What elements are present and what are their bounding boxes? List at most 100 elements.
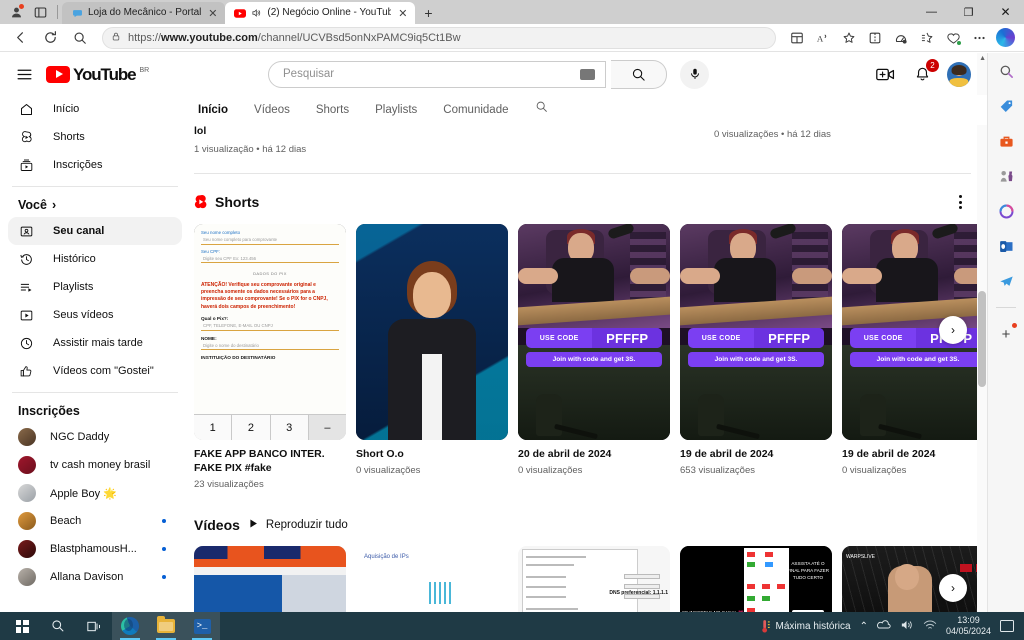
create-video-icon[interactable] bbox=[873, 62, 897, 86]
sidebar-item-videos-gostei[interactable]: Vídeos com "Gostei" bbox=[8, 357, 182, 385]
browser-profile-button[interactable] bbox=[5, 1, 27, 23]
tab-videos[interactable]: Vídeos bbox=[254, 95, 290, 125]
tab-inicio[interactable]: Início bbox=[198, 95, 228, 125]
search-button[interactable] bbox=[66, 26, 94, 50]
tab-close-button[interactable]: ✕ bbox=[206, 7, 219, 20]
hamburger-menu-icon[interactable] bbox=[8, 58, 40, 90]
page-scrollbar[interactable]: ▲ bbox=[977, 53, 987, 612]
add-sidebar-app-button[interactable]: + bbox=[994, 322, 1018, 346]
sidebar-item-seus-videos[interactable]: Seus vídeos bbox=[8, 301, 182, 329]
sidebar-subscription-item[interactable]: BlastphamousH... bbox=[8, 535, 182, 563]
new-tab-button[interactable]: + bbox=[415, 2, 441, 24]
collections-icon[interactable] bbox=[914, 26, 940, 50]
tab-actions-button[interactable] bbox=[29, 1, 51, 23]
keyboard-icon[interactable] bbox=[580, 68, 595, 80]
file-explorer-icon[interactable] bbox=[148, 612, 184, 640]
tab-shorts[interactable]: Shorts bbox=[316, 95, 349, 125]
video-thumbnail[interactable]: WARPSLIVE bbox=[842, 546, 987, 612]
short-card[interactable]: USE CODE PFFFP Join with code and get 3S… bbox=[518, 224, 670, 490]
video-thumbnail[interactable]: ASSISTA ATÉ O FINAL PARA FAZER TUDO CERT… bbox=[680, 546, 832, 612]
video-card[interactable]: Aquisição de IPs TI com Açaí bbox=[356, 546, 508, 612]
speaker-icon[interactable] bbox=[251, 8, 262, 18]
youtube-logo[interactable]: YouTube BR bbox=[46, 65, 149, 83]
video-card-partial[interactable]: dias!! 0 visualizações • há 12 dias bbox=[714, 125, 932, 155]
microphone-icon[interactable] bbox=[680, 59, 709, 89]
taskbar-search-icon[interactable] bbox=[40, 612, 76, 640]
task-view-icon[interactable] bbox=[76, 612, 112, 640]
video-card[interactable]: WARPSLIVE bbox=[842, 546, 987, 612]
short-thumbnail[interactable]: Seu nome completo Seu nome completo para… bbox=[194, 224, 346, 440]
sidebar-subscription-item[interactable]: Beach bbox=[8, 507, 182, 535]
notification-center-icon[interactable] bbox=[1000, 620, 1014, 632]
address-bar[interactable]: https://www.youtube.com/channel/UCVBsd5o… bbox=[102, 26, 776, 49]
tab-playlists[interactable]: Playlists bbox=[375, 95, 417, 125]
videos-next-button[interactable]: › bbox=[939, 574, 967, 602]
minimize-button[interactable]: — bbox=[913, 0, 950, 24]
powershell-icon[interactable]: >_ bbox=[184, 612, 220, 640]
sidebar-subscription-item[interactable]: Apple Boy 🌟 bbox=[8, 479, 182, 507]
sidebar-item-seu-canal[interactable]: Seu canal bbox=[8, 217, 182, 245]
scrollbar-thumb[interactable] bbox=[978, 291, 986, 387]
scroll-up-arrow[interactable]: ▲ bbox=[979, 55, 986, 62]
taskbar-clock[interactable]: 13:09 04/05/2024 bbox=[946, 615, 991, 637]
short-thumbnail[interactable]: USE CODE PFFFP Join with code and get 3S… bbox=[680, 224, 832, 440]
more-options-icon[interactable] bbox=[949, 191, 971, 213]
video-card[interactable] bbox=[194, 546, 346, 612]
sidebar-section-you[interactable]: Você › bbox=[8, 194, 182, 217]
sidebar-item-assistir-mais-tarde[interactable]: Assistir mais tarde bbox=[8, 329, 182, 357]
search-input[interactable] bbox=[283, 68, 580, 80]
video-thumbnail[interactable]: Aquisição de IPs TI com Açaí bbox=[356, 546, 508, 612]
tab-comunidade[interactable]: Comunidade bbox=[443, 95, 508, 125]
browser-tab-2[interactable]: (2) Negócio Online - YouTub ✕ bbox=[225, 2, 416, 24]
video-card-partial[interactable]: 1 visualização • há 13 dias bbox=[454, 125, 672, 155]
sidebar-item-inscricoes[interactable]: Inscrições bbox=[8, 151, 182, 179]
shorts-next-button[interactable]: › bbox=[939, 316, 967, 344]
games-icon[interactable] bbox=[994, 164, 1018, 188]
telegram-icon[interactable] bbox=[994, 269, 1018, 293]
notifications-button[interactable]: 2 bbox=[910, 59, 939, 86]
sidebar-subscription-item[interactable]: Allana Davison bbox=[8, 563, 182, 591]
shopping-tag-icon[interactable] bbox=[994, 94, 1018, 118]
copilot-icon[interactable] bbox=[992, 26, 1018, 50]
sidebar-item-shorts[interactable]: Shorts bbox=[8, 123, 182, 151]
video-card[interactable]: ASSISTA ATÉ O FINAL PARA FAZER TUDO CERT… bbox=[680, 546, 832, 612]
tray-expand-chevron[interactable]: ⌃ bbox=[860, 621, 868, 632]
settings-more-icon[interactable] bbox=[966, 26, 992, 50]
network-icon[interactable] bbox=[923, 619, 937, 634]
sidebar-item-inicio[interactable]: Início bbox=[8, 95, 182, 123]
short-card[interactable]: Short O.o 0 visualizações bbox=[356, 224, 508, 490]
read-aloud-icon[interactable]: A bbox=[810, 26, 836, 50]
play-all-link[interactable]: Reproduzir tudo bbox=[248, 518, 348, 532]
reload-button[interactable] bbox=[36, 26, 64, 50]
split-screen-icon[interactable] bbox=[784, 26, 810, 50]
sidebar-subscription-item[interactable]: tv cash money brasil bbox=[8, 451, 182, 479]
performance-icon[interactable] bbox=[888, 26, 914, 50]
tools-icon[interactable] bbox=[994, 129, 1018, 153]
outlook-icon[interactable] bbox=[994, 234, 1018, 258]
search-icon[interactable] bbox=[994, 59, 1018, 83]
back-button[interactable] bbox=[6, 26, 34, 50]
tab-close-button[interactable]: ✕ bbox=[396, 7, 409, 20]
avatar[interactable] bbox=[947, 61, 971, 87]
video-thumbnail[interactable]: DNS preferencial: 1.1.1.1 DNS alternativ… bbox=[518, 546, 670, 612]
sidebar-subscription-item[interactable]: NGC Daddy bbox=[8, 423, 182, 451]
windows-start-icon[interactable] bbox=[4, 612, 40, 640]
video-card-partial[interactable]: Marcio Pedra | Disputa de Cinturão XD 😀 … bbox=[194, 125, 412, 155]
search-box[interactable] bbox=[268, 60, 606, 88]
volume-icon[interactable] bbox=[900, 619, 914, 634]
video-card[interactable]: DNS preferencial: 1.1.1.1 DNS alternativ… bbox=[518, 546, 670, 612]
browser-essentials-icon[interactable] bbox=[940, 26, 966, 50]
microsoft-365-icon[interactable] bbox=[994, 199, 1018, 223]
split-window-icon[interactable] bbox=[862, 26, 888, 50]
sidebar-item-historico[interactable]: Histórico bbox=[8, 245, 182, 273]
favorites-add-icon[interactable] bbox=[836, 26, 862, 50]
video-thumbnail[interactable] bbox=[194, 546, 346, 612]
short-card[interactable]: USE CODE PFFFP Join with code and get 3S… bbox=[680, 224, 832, 490]
close-window-button[interactable]: ✕ bbox=[987, 0, 1024, 24]
browser-tab-1[interactable]: Loja do Mecânico - Portal ✕ bbox=[62, 2, 226, 24]
maximize-button[interactable]: ❐ bbox=[950, 0, 987, 24]
edge-icon[interactable] bbox=[112, 612, 148, 640]
sidebar-item-playlists[interactable]: Playlists bbox=[8, 273, 182, 301]
short-thumbnail[interactable]: USE CODE PFFFP Join with code and get 3S… bbox=[518, 224, 670, 440]
channel-search-icon[interactable] bbox=[535, 95, 548, 125]
